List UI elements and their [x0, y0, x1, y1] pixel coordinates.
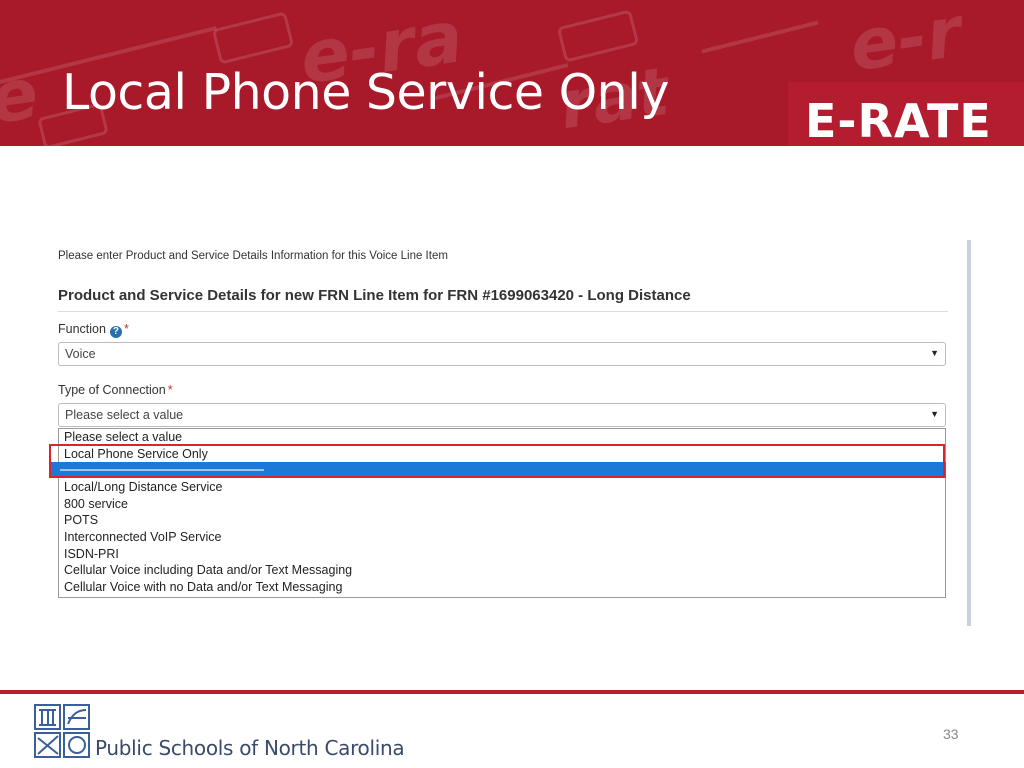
dropdown-option[interactable]: Please select a value: [64, 430, 182, 445]
highlighted-option-bar[interactable]: [50, 462, 946, 478]
section-divider: [58, 311, 948, 312]
erate-logo: E-RATE: [805, 94, 992, 148]
connection-type-select-value: Please select a value: [65, 408, 184, 422]
usb-plug-icon: [211, 11, 295, 65]
function-label-text: Function: [58, 322, 106, 336]
function-select-value: Voice: [65, 347, 96, 361]
ncdpi-seal-icon: [34, 704, 90, 758]
footer-divider: [0, 690, 1024, 694]
dropdown-option[interactable]: Cellular Voice with no Data and/or Text …: [64, 580, 342, 595]
slide-title: Local Phone Service Only: [62, 64, 669, 121]
banner-watermark: e-r: [844, 0, 967, 88]
connection-type-label-text: Type of Connection: [58, 383, 166, 397]
connection-type-select[interactable]: Please select a value ▼: [58, 403, 946, 427]
function-label: Function? *: [58, 322, 129, 338]
banner-cable: [701, 20, 819, 54]
dropdown-option[interactable]: Interconnected VoIP Service: [64, 530, 222, 545]
chevron-down-icon: ▼: [930, 409, 939, 419]
section-title: Product and Service Details for new FRN …: [58, 287, 691, 304]
required-marker: *: [167, 383, 173, 397]
dropdown-option[interactable]: POTS: [64, 513, 98, 528]
dropdown-option[interactable]: Local/Long Distance Service: [64, 480, 222, 495]
form-intro-text: Please enter Product and Service Details…: [58, 250, 448, 262]
dropdown-option-selected[interactable]: Local Phone Service Only: [64, 447, 208, 462]
dropdown-option[interactable]: 800 service: [64, 497, 128, 512]
banner-watermark: e: [0, 52, 43, 140]
question-circle-icon[interactable]: ?: [109, 326, 122, 338]
function-select[interactable]: Voice ▼: [58, 342, 946, 366]
connection-type-label: Type of Connection *: [58, 383, 173, 397]
usb-plug-icon: [556, 9, 640, 63]
dropdown-option[interactable]: ISDN-PRI: [64, 547, 119, 562]
chevron-down-icon: ▼: [930, 348, 939, 358]
dropdown-option[interactable]: Cellular Voice including Data and/or Tex…: [64, 563, 352, 578]
required-marker: *: [123, 322, 129, 336]
highlight-artifact: [60, 469, 264, 471]
scrollbar[interactable]: [967, 240, 971, 626]
page-number: 33: [943, 726, 959, 742]
footer-org-name: Public Schools of North Carolina: [95, 736, 405, 760]
